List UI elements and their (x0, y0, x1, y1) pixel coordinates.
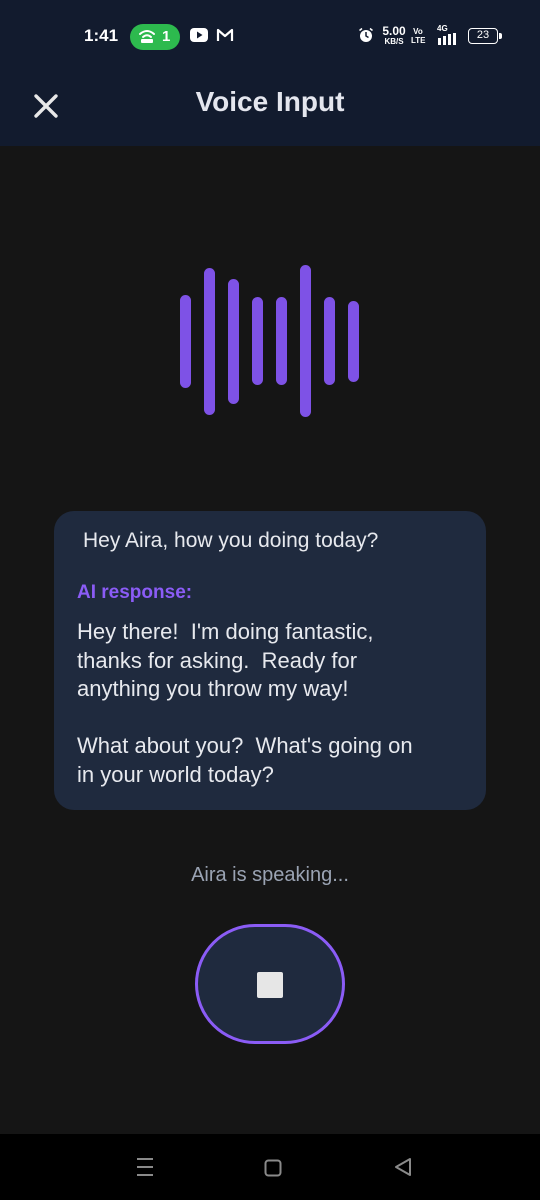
voice-visualizer (180, 265, 360, 417)
navigation-bar (0, 1134, 540, 1200)
battery-indicator: 23 (468, 28, 502, 44)
signal-icon (438, 33, 456, 45)
stop-icon (257, 972, 283, 998)
hotspot-icon (139, 30, 155, 43)
hotspot-badge: 1 (130, 24, 180, 50)
speaking-status: Aira is speaking... (191, 864, 349, 886)
status-time: 1:41 (84, 26, 119, 45)
visualizer-bar (204, 268, 215, 415)
gmail-icon (216, 28, 234, 41)
network-speed-unit: KB/S (384, 37, 404, 46)
user-message: Hey Aira, how you doing today? (83, 529, 379, 552)
youtube-icon (190, 28, 208, 42)
visualizer-bar (300, 265, 311, 417)
recent-apps-icon[interactable] (136, 1156, 154, 1178)
network-speed: 5.00 KB/S (380, 25, 408, 46)
visualizer-bar (228, 279, 239, 404)
signal-indicator: 4G (437, 25, 457, 45)
status-bar: 1:41 1 5.00 KB/S Vo LTE 4G 23 (0, 0, 540, 72)
home-icon[interactable] (264, 1159, 282, 1177)
back-icon[interactable] (393, 1157, 413, 1177)
ai-response-text: Hey there! I'm doing fantastic, thanks f… (77, 619, 413, 787)
stop-button[interactable] (195, 924, 345, 1044)
hotspot-count: 1 (162, 28, 171, 45)
ai-response-label: AI response: (77, 582, 193, 603)
visualizer-bar (180, 295, 191, 388)
page-title: Voice Input (195, 86, 345, 117)
visualizer-bar (348, 301, 359, 382)
visualizer-bar (324, 297, 335, 385)
visualizer-bar (276, 297, 287, 385)
conversation-card: Hey Aira, how you doing today? AI respon… (54, 511, 486, 810)
network-type: 4G (437, 24, 448, 33)
alarm-icon (359, 27, 373, 42)
app-bar: Voice Input (0, 72, 540, 146)
network-speed-value: 5.00 (382, 24, 406, 38)
volte-indicator: Vo LTE (411, 27, 426, 45)
visualizer-bar (252, 297, 263, 385)
volte-top: Vo (413, 27, 423, 36)
volte-bottom: LTE (411, 36, 426, 45)
